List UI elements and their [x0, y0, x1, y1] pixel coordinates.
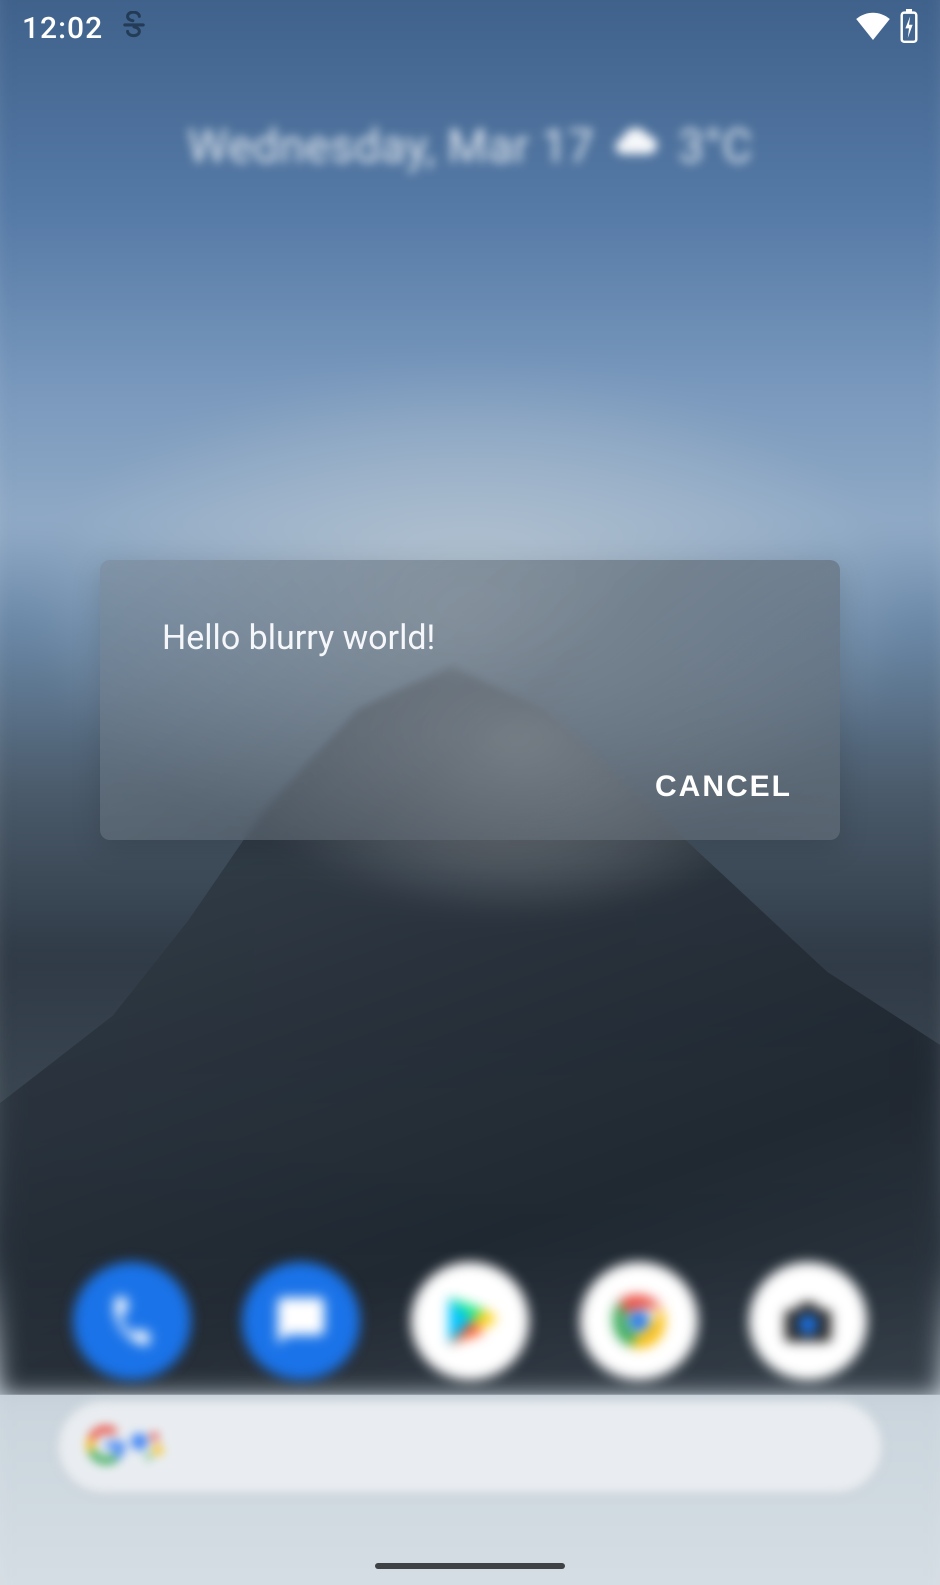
dialog-actions: CANCEL: [100, 770, 840, 840]
messages-app-icon[interactable]: [242, 1262, 360, 1380]
status-clock: 12:02: [22, 11, 103, 46]
camera-app-icon[interactable]: [749, 1262, 867, 1380]
gesture-nav-handle[interactable]: [375, 1563, 565, 1569]
cancel-button[interactable]: CANCEL: [655, 770, 792, 804]
cloud-icon: [612, 120, 660, 174]
s-icon: [121, 11, 147, 45]
dialog-message: Hello blurry world!: [100, 560, 840, 658]
status-bar: 12:02: [0, 0, 940, 56]
battery-charging-icon: [900, 9, 918, 47]
chrome-app-icon[interactable]: [580, 1262, 698, 1380]
play-store-app-icon[interactable]: [411, 1262, 529, 1380]
phone-app-icon[interactable]: [73, 1262, 191, 1380]
google-g-icon: [86, 1425, 126, 1469]
at-a-glance-widget[interactable]: Wednesday, Mar 17 3°C: [0, 120, 940, 174]
search-bar[interactable]: [58, 1401, 882, 1493]
wifi-icon: [856, 12, 890, 44]
alert-dialog: Hello blurry world! CANCEL: [100, 560, 840, 840]
dock: [0, 1262, 940, 1380]
glance-date: Wednesday, Mar 17: [187, 120, 594, 174]
assistant-icon: [126, 1425, 166, 1469]
glance-temperature: 3°C: [678, 120, 752, 174]
